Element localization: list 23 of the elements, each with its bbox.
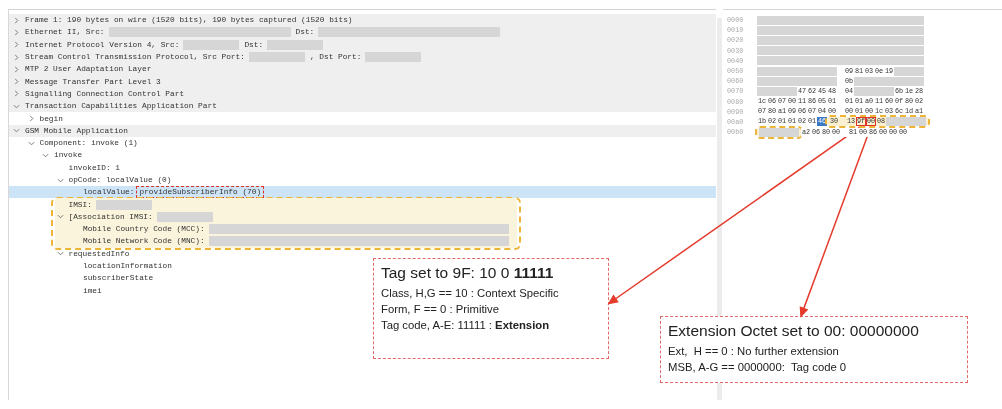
- callout-line: Ext, H == 0 : No further extension: [668, 344, 840, 359]
- chevron-icon[interactable]: [42, 151, 49, 159]
- chevron-icon[interactable]: [13, 16, 20, 24]
- callout-line: Tag code, A-E: 11111 : Extension: [381, 318, 551, 333]
- redacted-block: [886, 117, 926, 127]
- chevron-icon[interactable]: [13, 127, 20, 135]
- chevron-icon[interactable]: [13, 41, 20, 49]
- chevron-icon[interactable]: [27, 139, 35, 147]
- chevron-icon[interactable]: [13, 102, 20, 110]
- chevron-icon[interactable]: [56, 213, 64, 221]
- callout-title: Tag set to 9F: 10 0 11111: [381, 264, 555, 282]
- chevron-icon[interactable]: [13, 53, 20, 61]
- callout-line: Class, H,G == 10 : Context Specific: [381, 286, 560, 301]
- chevron-icon[interactable]: [13, 78, 20, 86]
- callout-line: Form, F == 0 : Primitive: [381, 302, 500, 317]
- callout-title: Extension Octet set to 00: 00000000: [668, 322, 920, 340]
- chevron-icon[interactable]: [13, 28, 20, 36]
- chevron-icon[interactable]: [56, 250, 64, 258]
- chevron-icon[interactable]: [13, 65, 20, 73]
- chevron-icon[interactable]: [27, 115, 35, 122]
- chevron-icon[interactable]: [56, 176, 64, 184]
- callout-line: MSB, A-G == 0000000: Tag code 0: [668, 360, 848, 375]
- chevron-icon[interactable]: [13, 90, 20, 98]
